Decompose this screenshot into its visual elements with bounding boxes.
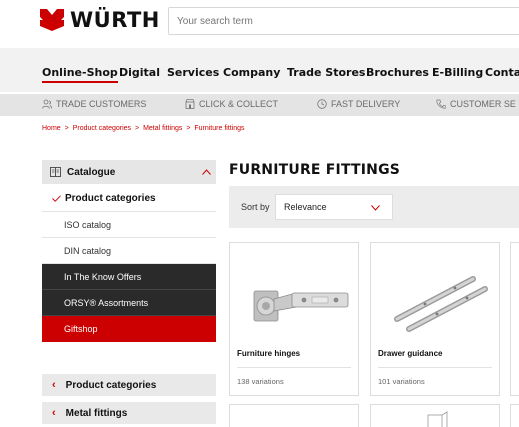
brand-name: WÜRTH — [70, 8, 160, 32]
usp-label: Fast delivery — [331, 99, 401, 109]
sidebar-item-din-catalog[interactable]: DIN catalog — [42, 238, 216, 264]
site-header: WÜRTH — [0, 0, 519, 48]
sidebar-item-product-categories[interactable]: Product categories — [42, 186, 216, 212]
product-card-drawer-guidance[interactable]: Drawer guidance 101 variations — [370, 242, 500, 396]
wurth-logo[interactable]: WÜRTH — [40, 8, 160, 32]
chevron-down-icon — [371, 205, 380, 211]
card-divider — [378, 367, 492, 368]
back-link-label: Product categories — [65, 379, 157, 391]
sort-value: Relevance — [284, 202, 327, 212]
nav-trade-stores[interactable]: Trade Stores — [287, 66, 365, 79]
users-icon — [42, 99, 52, 109]
product-card-lower[interactable] — [229, 404, 359, 427]
product-variations: 101 variations — [378, 377, 425, 386]
nav-company[interactable]: Company — [223, 66, 280, 79]
product-card-partial[interactable] — [510, 404, 519, 427]
back-link-label: Metal fittings — [65, 407, 128, 419]
sort-bar: Sort by Relevance — [229, 186, 519, 228]
search-box[interactable] — [168, 7, 519, 35]
breadcrumb-furniture-fittings[interactable]: Furniture fittings — [194, 125, 244, 132]
checkmark-icon — [52, 195, 61, 202]
sidebar-item-in-the-know-offers[interactable]: In The Know Offers — [42, 264, 216, 290]
breadcrumb: Home > Product categories > Metal fittin… — [42, 125, 247, 132]
breadcrumb-product-categories[interactable]: Product categories — [73, 125, 131, 132]
chevron-left-icon: ‹ — [52, 407, 56, 419]
usp-bar: Trade customers Click & Collect Fast del… — [0, 94, 519, 116]
product-card-furniture-hinges[interactable]: Furniture hinges 138 variations — [229, 242, 359, 396]
nav-digital[interactable]: Digital — [119, 66, 160, 79]
back-link-metal-fittings[interactable]: ‹ Metal fittings — [42, 402, 216, 424]
chevron-up-icon — [202, 169, 211, 175]
clock-icon — [317, 99, 327, 109]
card-divider — [237, 367, 351, 368]
cabinet-door-image — [427, 411, 448, 427]
nav-services[interactable]: Services — [167, 66, 219, 79]
product-card-lower[interactable] — [370, 404, 500, 427]
catalogue-label: Catalogue — [67, 166, 116, 178]
page-title: FURNITURE FITTINGS — [229, 162, 401, 178]
chevron-left-icon: ‹ — [52, 379, 56, 391]
usp-fast-delivery[interactable]: Fast delivery — [317, 99, 400, 109]
sidebar-item-iso-catalog[interactable]: ISO catalog — [42, 212, 216, 238]
sort-label: Sort by — [241, 202, 270, 212]
furniture-hinge-image — [253, 290, 349, 322]
sidebar-item-label: Giftshop — [64, 324, 98, 334]
nav-e-billing[interactable]: E-Billing — [432, 66, 483, 79]
phone-icon — [436, 99, 446, 109]
sort-select[interactable]: Relevance — [275, 194, 393, 220]
product-card-partial[interactable] — [510, 242, 519, 396]
nav-brochures[interactable]: Brochures — [366, 66, 429, 79]
catalogue-icon — [50, 167, 61, 177]
usp-customer-service[interactable]: Customer se — [436, 99, 516, 109]
product-name[interactable]: Drawer guidance — [378, 349, 442, 358]
usp-trade-customers[interactable]: Trade customers — [42, 99, 146, 109]
product-variations: 138 variations — [237, 377, 284, 386]
drawer-slide-image — [394, 276, 488, 332]
sidebar-item-label: ISO catalog — [64, 219, 112, 230]
breadcrumb-separator: > — [186, 125, 191, 132]
sidebar-item-giftshop[interactable]: Giftshop — [42, 316, 216, 342]
catalogue-toggle[interactable]: Catalogue — [42, 160, 216, 184]
usp-label: Trade customers — [56, 99, 147, 109]
nav-online-shop[interactable]: Online-Shop — [42, 66, 118, 83]
search-input[interactable] — [169, 8, 519, 34]
sidebar-item-label: In The Know Offers — [64, 271, 142, 282]
usp-label: Click & Collect — [199, 99, 279, 109]
usp-click-collect[interactable]: Click & Collect — [185, 99, 278, 109]
sidebar-item-label: Product categories — [65, 193, 156, 204]
main-navigation: Online-Shop Digital Services Company Tra… — [0, 48, 519, 92]
product-name[interactable]: Furniture hinges — [237, 349, 300, 358]
breadcrumb-separator: > — [64, 125, 69, 132]
wurth-logo-mark-icon — [40, 9, 64, 31]
store-icon — [185, 99, 195, 109]
breadcrumb-separator: > — [135, 125, 140, 132]
sidebar-item-label: DIN catalog — [64, 245, 112, 256]
sidebar-item-label: ORSY® Assortments — [64, 297, 149, 308]
breadcrumb-home[interactable]: Home — [42, 125, 61, 132]
usp-label: Customer se — [450, 99, 516, 109]
back-link-product-categories[interactable]: ‹ Product categories — [42, 374, 216, 396]
breadcrumb-metal-fittings[interactable]: Metal fittings — [143, 125, 182, 132]
sidebar-item-orsy-assortments[interactable]: ORSY® Assortments — [42, 290, 216, 316]
nav-contact[interactable]: Conta — [485, 66, 519, 79]
